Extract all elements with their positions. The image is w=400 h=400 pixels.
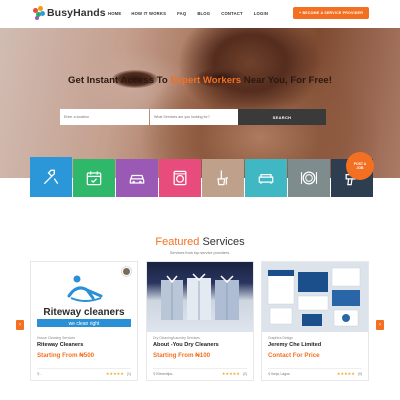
hero-banner: Get Instant Access To Expert Workers Nea… [0, 28, 400, 178]
car-icon [129, 174, 145, 184]
search-button[interactable]: SEARCH [238, 109, 326, 125]
calendar-icon [86, 171, 102, 186]
nav-home[interactable]: HOME [108, 11, 121, 16]
service-card[interactable]: Dry Cleaning/Laundry Services About -You… [146, 261, 254, 381]
review-count: (1) [126, 371, 131, 376]
service-name[interactable]: Riteway Cleaners [37, 342, 83, 348]
service-search-input[interactable] [150, 109, 238, 125]
featured-subtitle: Services from top service providers. [169, 251, 231, 255]
category-laundry[interactable] [159, 159, 201, 197]
service-card[interactable]: Riteway cleaners we clean right House Cl… [30, 261, 138, 381]
service-price: Starting From ₦500 [37, 352, 95, 359]
service-category: House Cleaning Services [37, 336, 76, 340]
site-header: BusyHands HOME HOW IT WORKS FAQ BLOG CON… [0, 0, 400, 28]
service-card-image [262, 262, 368, 332]
location-input[interactable] [60, 109, 149, 125]
category-furniture[interactable] [245, 159, 287, 197]
nav-faq[interactable]: FAQ [177, 11, 186, 16]
category-auto[interactable] [116, 159, 158, 197]
hero-headline: Get Instant Access To Expert Workers Nea… [68, 75, 332, 86]
service-name[interactable]: Jeremy Che Limited [268, 342, 321, 348]
service-name[interactable]: About -You Dry Cleaners [153, 342, 219, 348]
washing-machine-icon [173, 170, 187, 186]
category-tools[interactable] [30, 157, 72, 197]
service-rating: ★★★★★ (0) [337, 371, 362, 376]
star-rating: ★★★★★ [336, 371, 355, 376]
sofa-icon [258, 174, 274, 184]
category-catering[interactable] [288, 159, 330, 197]
branding-mockup-photo [267, 267, 361, 327]
service-location: ⚲ Ikeja, Lagos [268, 372, 290, 376]
service-card[interactable]: Graphics Design Jeremy Che Limited Conta… [261, 261, 369, 381]
service-category: Graphics Design [268, 336, 294, 340]
category-tiles [30, 157, 373, 197]
service-rating: ★★★★★ (1) [106, 371, 131, 376]
service-price: Starting From ₦100 [153, 352, 211, 359]
logo-icon [33, 6, 45, 20]
review-count: (0) [357, 371, 362, 376]
svg-text:Riteway cleaners: Riteway cleaners [43, 307, 125, 318]
service-category: Dry Cleaning/Laundry Services [153, 336, 200, 340]
review-count: (2) [242, 371, 247, 376]
provider-avatar[interactable] [121, 266, 132, 277]
brand-name: BusyHands [47, 7, 106, 19]
star-rating: ★★★★★ [221, 371, 240, 376]
service-location: ⚲ .. [37, 372, 43, 376]
nav-how-it-works[interactable]: HOW IT WORKS [131, 11, 166, 16]
service-location: ⚲ Eleventips.. [153, 372, 174, 376]
star-rating: ★★★★★ [105, 371, 124, 376]
cleaning-icon [217, 170, 228, 186]
nav-blog[interactable]: BLOG [197, 11, 210, 16]
service-card-image [147, 262, 253, 332]
search-bar: SEARCH [60, 109, 326, 125]
chevron-left-icon: ‹ [19, 322, 21, 328]
main-nav: HOME HOW IT WORKS FAQ BLOG CONTACT LOGIN [108, 11, 268, 16]
tools-icon [43, 169, 59, 185]
nav-contact[interactable]: CONTACT [221, 11, 243, 16]
chevron-right-icon: › [379, 322, 381, 328]
carousel-prev-button[interactable]: ‹ [16, 320, 24, 330]
nav-login[interactable]: LOGIN [254, 11, 268, 16]
svg-text:we clean right: we clean right [69, 321, 100, 327]
carousel-next-button[interactable]: › [376, 320, 384, 330]
service-rating: ★★★★★ (2) [222, 371, 247, 376]
featured-heading: Featured Services [155, 236, 245, 248]
brand-logo[interactable]: BusyHands [33, 6, 106, 20]
service-price: Contact For Price [268, 352, 320, 359]
shirts-photo [161, 273, 239, 320]
post-a-job-button[interactable]: POST A JOB [346, 152, 374, 180]
category-cleaning[interactable] [202, 159, 244, 197]
category-events[interactable] [73, 159, 115, 197]
become-provider-button[interactable]: + BECOME A SERVICE PROVIDER [293, 7, 369, 19]
plate-icon [300, 171, 318, 185]
